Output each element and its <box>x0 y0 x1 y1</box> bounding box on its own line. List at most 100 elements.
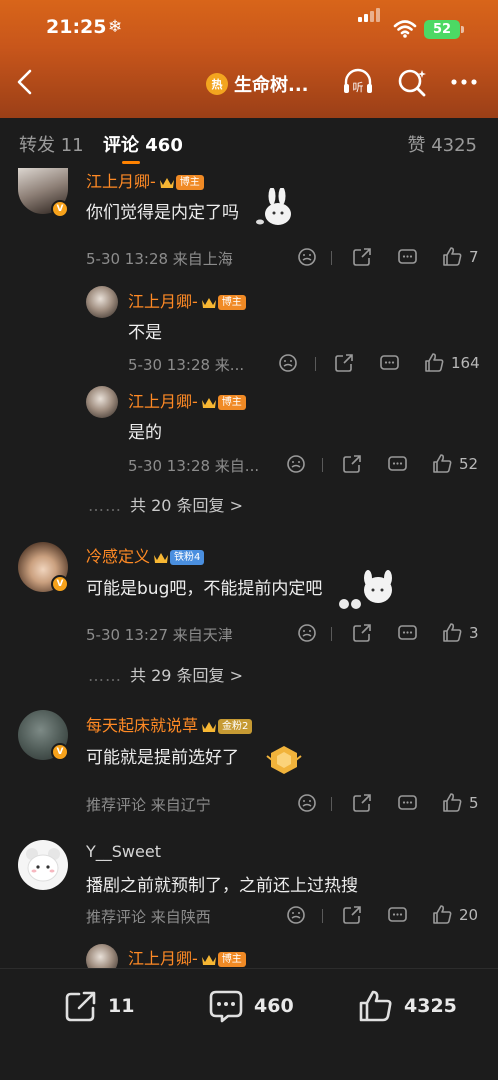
divider <box>331 251 332 265</box>
back-icon[interactable] <box>10 66 42 98</box>
username[interactable]: 江上月卿- 博主 <box>128 388 246 412</box>
thumbs-up-icon <box>433 905 452 924</box>
avatar[interactable] <box>86 386 118 418</box>
top-bar: 21:25 ❄ 52 热 生命树... 听 <box>0 0 498 118</box>
crown-icon <box>202 721 217 732</box>
reply-icon[interactable] <box>397 793 418 813</box>
divider <box>322 909 323 923</box>
dots-icon: …… <box>88 666 122 685</box>
avatar[interactable] <box>86 286 118 318</box>
crown-icon <box>201 297 216 308</box>
bunny-sticker-icon <box>256 188 291 225</box>
avatar[interactable] <box>86 944 118 968</box>
share-icon[interactable] <box>352 623 372 643</box>
search-icon[interactable] <box>394 64 430 100</box>
repost-button[interactable]: 11 <box>64 989 134 1023</box>
thumbs-up-icon <box>359 990 392 1022</box>
crown-icon <box>154 552 169 563</box>
avatar[interactable] <box>18 840 68 890</box>
bunny-sticker-icon <box>339 570 392 609</box>
reply-icon[interactable] <box>397 623 418 643</box>
comment-text: 你们觉得是内定了吗 <box>86 203 239 223</box>
dislike-icon[interactable] <box>297 793 317 813</box>
listen-icon[interactable]: 听 <box>340 64 376 100</box>
username[interactable]: 江上月卿- 博主 <box>128 945 246 968</box>
comment-meta: 推荐评论 来自辽宁 <box>86 796 211 814</box>
like-count: 52 <box>459 454 479 473</box>
blogger-tag: 博主 <box>175 175 204 190</box>
wifi-icon <box>393 20 417 38</box>
thumbs-up-icon <box>443 623 462 642</box>
like-count: 5 <box>469 793 479 812</box>
more-replies-link[interactable]: …… 共 20 条回复 > <box>88 492 243 516</box>
thumbs-up-icon <box>443 793 462 812</box>
crown-icon <box>201 397 216 408</box>
battery-tip <box>461 26 464 33</box>
like-button[interactable]: 7 <box>442 246 479 267</box>
verified-icon: V <box>51 575 69 593</box>
more-replies-link[interactable]: …… 共 29 条回复 > <box>88 662 243 686</box>
blogger-tag: 博主 <box>217 295 246 310</box>
divider <box>331 797 332 811</box>
comment-count: 460 <box>254 995 294 1017</box>
tab-repost[interactable]: 转发 11 <box>19 131 84 157</box>
dislike-icon[interactable] <box>286 905 306 925</box>
comment-meta: 5-30 13:27 来自天津 <box>86 626 233 644</box>
thumbs-up-icon <box>433 454 452 473</box>
hot-topic-icon: 热 <box>206 73 228 95</box>
snowflake-icon: ❄ <box>108 17 123 37</box>
bottom-action-bar: 11 460 4325 <box>0 968 498 1080</box>
reply-item: 江上月卿- 博主 <box>0 942 498 968</box>
more-replies-text: 共 20 条回复 > <box>130 496 244 515</box>
username[interactable]: 江上月卿- 博主 <box>128 288 246 312</box>
share-icon[interactable] <box>342 905 362 925</box>
like-button[interactable]: 4325 <box>358 989 457 1023</box>
dislike-icon[interactable] <box>286 454 306 474</box>
dislike-icon[interactable] <box>297 247 317 267</box>
like-count: 3 <box>469 623 479 642</box>
comment-meta: 5-30 13:28 来自... <box>128 457 260 475</box>
tab-comment[interactable]: 评论 460 <box>103 131 183 157</box>
divider <box>322 458 323 472</box>
reply-icon[interactable] <box>397 247 418 267</box>
comment-button[interactable]: 460 <box>208 989 294 1023</box>
comment-meta: 5-30 13:28 来... <box>128 356 245 374</box>
username[interactable]: 冷感定义 铁粉4 <box>86 543 205 567</box>
verified-icon: V <box>51 200 69 218</box>
reply-item: 江上月卿- 博主 不是 5-30 13:28 来... 164 <box>0 286 498 386</box>
divider <box>331 627 332 641</box>
like-count: 20 <box>459 905 479 924</box>
like-button[interactable]: 52 <box>432 453 478 474</box>
like-button[interactable]: 3 <box>442 622 479 643</box>
comment-text: 可能是bug吧，不能提前内定吧 <box>86 579 323 599</box>
more-icon[interactable] <box>446 64 482 100</box>
share-icon[interactable] <box>352 247 372 267</box>
comment-text: 可能就是提前选好了 <box>86 748 239 768</box>
fan-level-tag: 金粉2 <box>218 719 253 734</box>
more-replies-text: 共 29 条回复 > <box>130 666 244 685</box>
divider <box>315 357 316 371</box>
like-button[interactable]: 20 <box>432 904 478 925</box>
reply-icon[interactable] <box>387 905 408 925</box>
share-icon[interactable] <box>352 793 372 813</box>
share-icon[interactable] <box>334 353 354 373</box>
reply-icon[interactable] <box>387 454 408 474</box>
comment-tabs: 转发 11 评论 460 赞 4325 <box>0 118 498 168</box>
topic-title[interactable]: 热 生命树... <box>206 70 309 98</box>
tab-like[interactable]: 赞 4325 <box>407 131 477 157</box>
like-button[interactable]: 164 <box>424 352 480 373</box>
comment-item: V 冷感定义 铁粉4 可能是bug吧，不能提前内定吧 5-30 13:27 来自天… <box>0 540 498 650</box>
like-button[interactable]: 5 <box>442 792 479 813</box>
svg-text:听: 听 <box>353 81 364 94</box>
share-icon[interactable] <box>342 454 362 474</box>
tab-active-indicator <box>122 161 140 164</box>
gold-badge-icon <box>266 746 302 774</box>
reply-icon[interactable] <box>379 353 400 373</box>
username[interactable]: 江上月卿- 博主 <box>86 168 204 192</box>
fan-level-tag: 铁粉4 <box>170 550 205 565</box>
dislike-icon[interactable] <box>297 623 317 643</box>
username[interactable]: Y__Sweet <box>86 842 161 861</box>
username[interactable]: 每天起床就说草 金粉2 <box>86 712 253 736</box>
dislike-icon[interactable] <box>278 353 298 373</box>
crown-icon <box>201 954 216 965</box>
